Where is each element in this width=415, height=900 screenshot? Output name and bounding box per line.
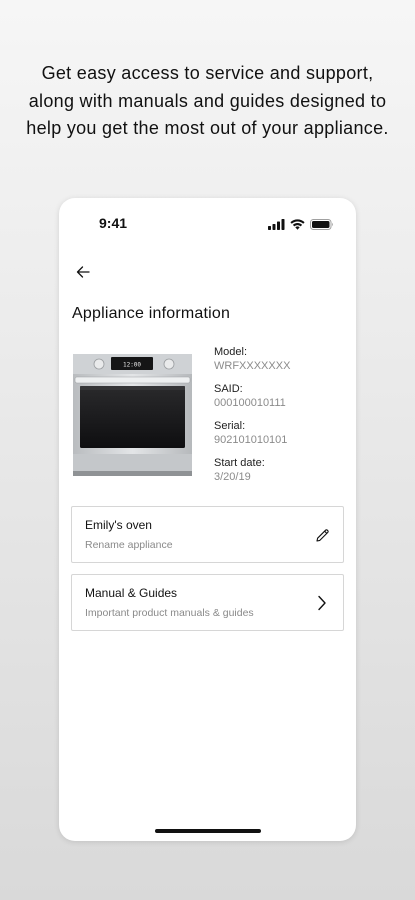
rename-appliance-card[interactable]: Emily's oven Rename appliance xyxy=(71,506,344,563)
marketing-headline: Get easy access to service and support, … xyxy=(26,63,389,138)
start-date-label: Start date: xyxy=(214,457,265,469)
cellular-signal-icon xyxy=(268,217,285,235)
appliance-nickname: Emily's oven xyxy=(85,518,152,532)
appliance-details: Model: WRFXXXXXXX SAID: 000100010111 Ser… xyxy=(214,346,344,485)
status-icons xyxy=(268,217,334,235)
arrow-left-icon xyxy=(76,265,90,283)
rename-appliance-label: Rename appliance xyxy=(85,539,173,551)
chevron-right-icon xyxy=(313,594,331,612)
start-date-value: 3/20/19 xyxy=(214,471,251,483)
model-value: WRFXXXXXXX xyxy=(214,360,291,372)
back-button[interactable] xyxy=(73,264,93,284)
serial-label: Serial: xyxy=(214,420,246,432)
said-value: 000100010111 xyxy=(214,397,286,409)
home-indicator[interactable] xyxy=(155,829,261,833)
serial-value: 902101010101 xyxy=(214,434,288,446)
said-label: SAID: xyxy=(214,383,243,395)
model-label: Model: xyxy=(214,346,248,358)
oven-image: 12:00 xyxy=(73,354,192,476)
wifi-icon xyxy=(290,217,305,235)
pencil-icon[interactable] xyxy=(313,526,331,544)
manual-guides-subtitle: Important product manuals & guides xyxy=(85,607,254,619)
status-bar: 9:41 xyxy=(59,198,356,248)
manual-guides-card[interactable]: Manual & Guides Important product manual… xyxy=(71,574,344,631)
page-title: Appliance information xyxy=(72,305,231,322)
status-time: 9:41 xyxy=(99,215,128,231)
battery-icon xyxy=(310,217,334,235)
phone-screen: 9:41 Appliance information 12:00 Model: … xyxy=(59,198,356,841)
manual-guides-title: Manual & Guides xyxy=(85,586,178,600)
oven-display-time: 12:00 xyxy=(123,362,141,369)
